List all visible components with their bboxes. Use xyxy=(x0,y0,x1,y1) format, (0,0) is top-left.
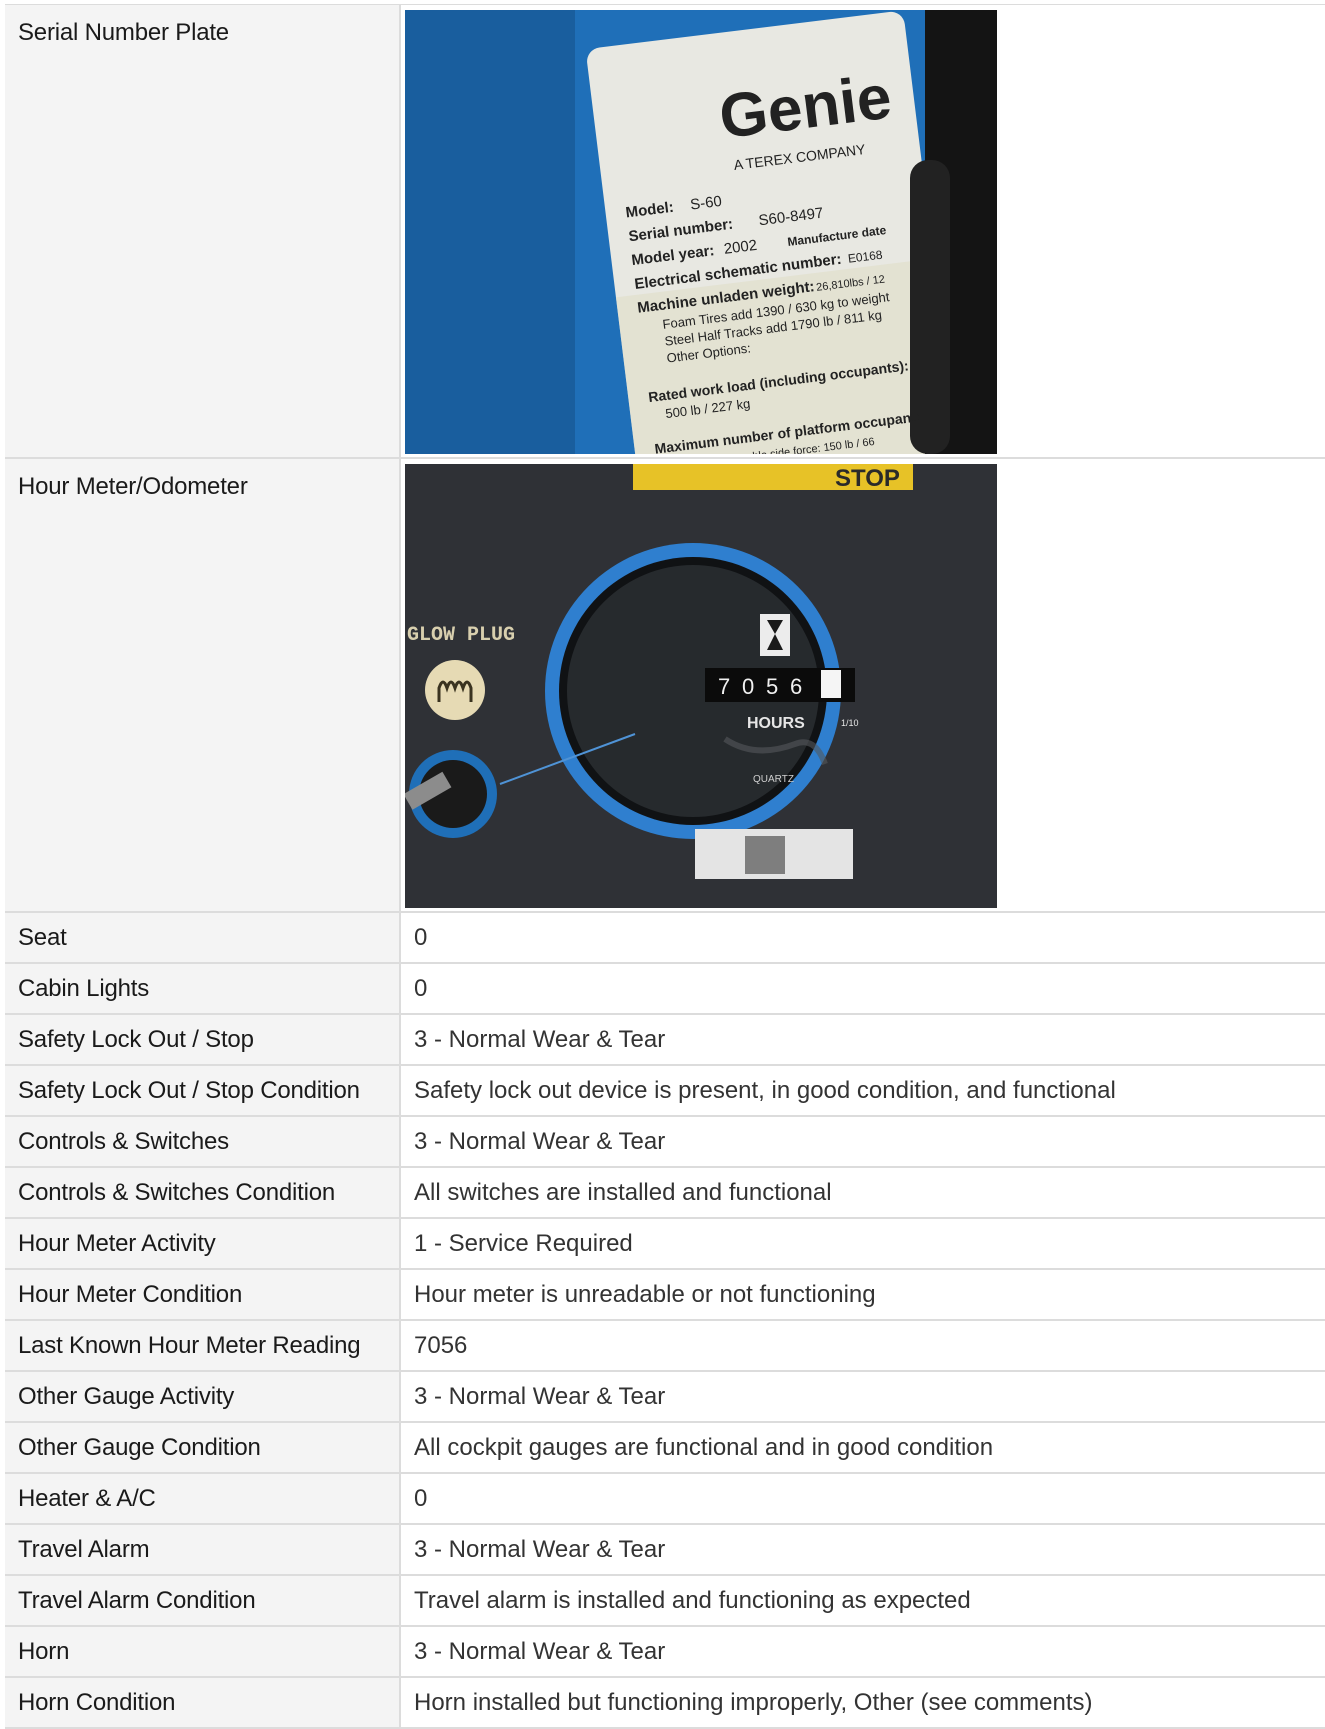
row-value: All switches are installed and functiona… xyxy=(414,1178,832,1206)
row-value: All cockpit gauges are functional and in… xyxy=(414,1433,994,1461)
table-row: Hour Meter Activity 1 - Service Required xyxy=(5,1219,1325,1270)
row-value: 1 - Service Required xyxy=(414,1229,633,1257)
row-value: Genie A TEREX COMPANY Model: S-60 Serial… xyxy=(401,5,1325,457)
row-label: Hour Meter/Odometer xyxy=(5,459,401,911)
table-row: Controls & Switches Condition All switch… xyxy=(5,1168,1325,1219)
svg-text:0: 0 xyxy=(742,674,754,699)
row-label: Travel Alarm Condition xyxy=(5,1576,401,1625)
row-value: 3 - Normal Wear & Tear xyxy=(414,1025,666,1053)
row-label: Seat xyxy=(5,913,401,962)
svg-text:7: 7 xyxy=(718,674,730,699)
table-row: Seat 0 xyxy=(5,913,1325,964)
row-label: Horn xyxy=(5,1627,401,1676)
table-row: Hour Meter Condition Hour meter is unrea… xyxy=(5,1270,1325,1321)
table-row: Controls & Switches 3 - Normal Wear & Te… xyxy=(5,1117,1325,1168)
row-label: Other Gauge Activity xyxy=(5,1372,401,1421)
table-row: Horn 3 - Normal Wear & Tear xyxy=(5,1627,1325,1678)
row-value: 3 - Normal Wear & Tear xyxy=(414,1637,666,1665)
row-label: Travel Alarm xyxy=(5,1525,401,1574)
table-row: Travel Alarm Condition Travel alarm is i… xyxy=(5,1576,1325,1627)
svg-text:1/10: 1/10 xyxy=(841,718,859,728)
svg-text:GLOW PLUG: GLOW PLUG xyxy=(407,624,515,647)
svg-text:HOURS: HOURS xyxy=(747,715,805,732)
table-row: Last Known Hour Meter Reading 7056 xyxy=(5,1321,1325,1372)
table-row-serial-plate: Serial Number Plate Genie A TEREX COMPAN… xyxy=(5,5,1325,459)
row-value: 7056 xyxy=(414,1331,468,1359)
row-value: 3 - Normal Wear & Tear xyxy=(414,1535,666,1563)
row-label: Horn Condition xyxy=(5,1678,401,1727)
row-value: 3 - Normal Wear & Tear xyxy=(414,1127,666,1155)
svg-text:STOP: STOP xyxy=(835,465,900,492)
row-label: Safety Lock Out / Stop xyxy=(5,1015,401,1064)
table-row: Safety Lock Out / Stop Condition Safety … xyxy=(5,1066,1325,1117)
table-row: Cabin Lights 0 xyxy=(5,964,1325,1015)
row-value: 0 xyxy=(414,974,428,1002)
hour-meter-image: STOP GLOW PLUG 7 0 5 6 HOURS 1/10 QUARTZ xyxy=(405,464,997,908)
row-label: Heater & A/C xyxy=(5,1474,401,1523)
table-row: Heater & A/C 0 xyxy=(5,1474,1325,1525)
table-row: Safety Lock Out / Stop 3 - Normal Wear &… xyxy=(5,1015,1325,1066)
row-value: Safety lock out device is present, in go… xyxy=(414,1076,1116,1104)
row-label: Cabin Lights xyxy=(5,964,401,1013)
row-value: Horn installed but functioning improperl… xyxy=(414,1688,1093,1716)
row-label: Hour Meter Condition xyxy=(5,1270,401,1319)
svg-text:QUARTZ: QUARTZ xyxy=(753,774,794,785)
serial-plate-image: Genie A TEREX COMPANY Model: S-60 Serial… xyxy=(405,10,997,454)
row-label: Serial Number Plate xyxy=(5,5,401,457)
serial-plate-photo[interactable]: Genie A TEREX COMPANY Model: S-60 Serial… xyxy=(405,10,997,454)
table-row: Other Gauge Condition All cockpit gauges… xyxy=(5,1423,1325,1474)
row-value: STOP GLOW PLUG 7 0 5 6 HOURS 1/10 QUARTZ xyxy=(401,459,1325,911)
svg-text:6: 6 xyxy=(790,674,802,699)
row-label: Controls & Switches Condition xyxy=(5,1168,401,1217)
row-value: Travel alarm is installed and functionin… xyxy=(414,1586,971,1614)
row-value: 0 xyxy=(414,1484,428,1512)
hour-meter-photo[interactable]: STOP GLOW PLUG 7 0 5 6 HOURS 1/10 QUARTZ xyxy=(405,464,997,908)
inspection-table: Serial Number Plate Genie A TEREX COMPAN… xyxy=(5,4,1325,1729)
table-row-hour-meter: Hour Meter/Odometer STOP GLOW PLUG 7 0 5… xyxy=(5,459,1325,913)
row-label: Last Known Hour Meter Reading xyxy=(5,1321,401,1370)
row-label: Other Gauge Condition xyxy=(5,1423,401,1472)
table-row: Horn Condition Horn installed but functi… xyxy=(5,1678,1325,1729)
row-label: Safety Lock Out / Stop Condition xyxy=(5,1066,401,1115)
row-label: Controls & Switches xyxy=(5,1117,401,1166)
table-row: Travel Alarm 3 - Normal Wear & Tear xyxy=(5,1525,1325,1576)
row-value: 0 xyxy=(414,923,428,951)
row-value: 3 - Normal Wear & Tear xyxy=(414,1382,666,1410)
row-label: Hour Meter Activity xyxy=(5,1219,401,1268)
svg-text:5: 5 xyxy=(766,674,778,699)
row-value: Hour meter is unreadable or not function… xyxy=(414,1280,876,1308)
table-row: Other Gauge Activity 3 - Normal Wear & T… xyxy=(5,1372,1325,1423)
